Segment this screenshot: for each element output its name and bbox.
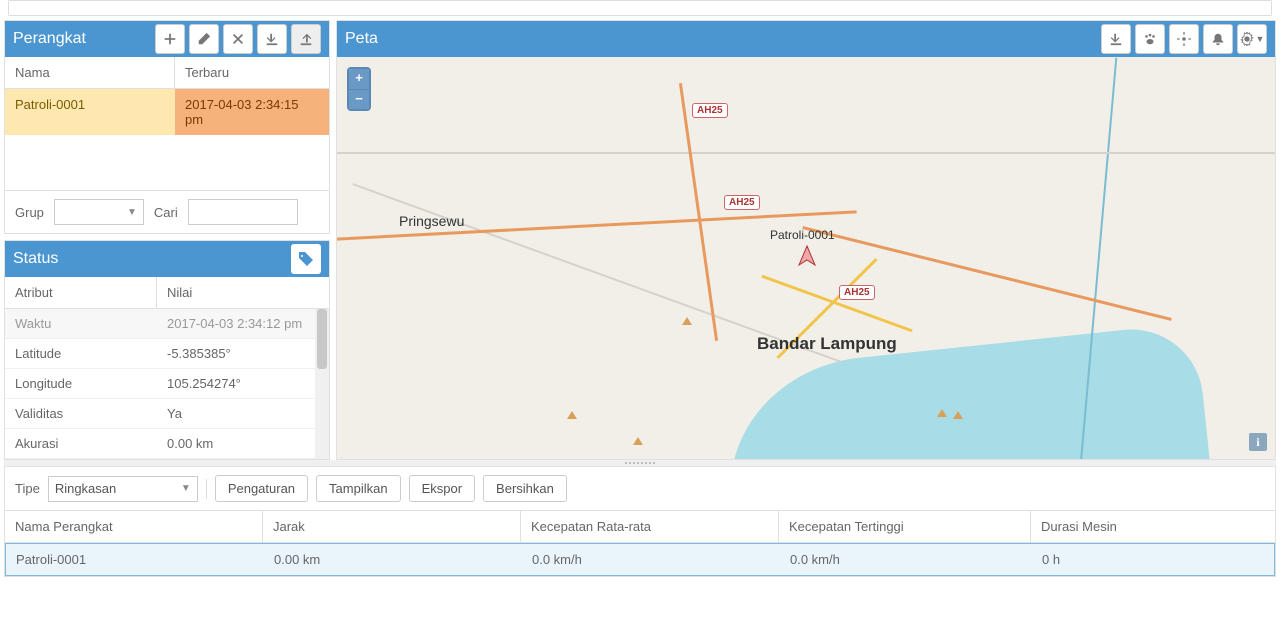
status-panel: Status Atribut Nilai Waktu 2017-04-03 2:… [4,240,330,460]
zoom-out-button[interactable]: − [349,89,369,109]
group-combo[interactable]: ▼ [54,199,144,225]
zoom-in-button[interactable]: + [349,69,369,89]
report-table-header: Nama Perangkat Jarak Kecepatan Rata-rata… [5,511,1275,543]
clear-button[interactable]: Bersihkan [483,475,567,502]
status-row: Longitude 105.254274° [5,369,329,399]
map-settings-button[interactable]: ▼ [1237,24,1267,54]
export-button[interactable]: Ekspor [409,475,475,502]
road-shield: AH25 [724,195,760,210]
status-row: Akurasi 0.00 km [5,429,329,459]
devices-col-name: Nama [5,57,175,88]
status-row: Waktu 2017-04-03 2:34:12 pm [5,309,329,339]
devices-panel: Perangkat Nama Terbaru Patroli-0001 2017… [4,20,330,234]
report-type-combo[interactable]: Ringkasan▼ [48,476,198,502]
city-label-bandar-lampung: Bandar Lampung [757,334,897,354]
reports-panel: Tipe Ringkasan▼ Pengaturan Tampilkan Eks… [4,466,1276,577]
delete-device-button[interactable] [223,24,253,54]
search-label: Cari [154,205,178,220]
devices-panel-title: Perangkat [13,30,155,48]
device-marker[interactable] [797,245,817,267]
map-download-button[interactable] [1101,24,1131,54]
show-button[interactable]: Tampilkan [316,475,401,502]
map-bell-button[interactable] [1203,24,1233,54]
status-col-attr: Atribut [5,277,157,308]
report-type-label: Tipe [15,481,40,496]
device-row[interactable]: Patroli-0001 2017-04-03 2:34:15 pm [5,89,329,135]
download-device-button[interactable] [257,24,287,54]
road-shield: AH25 [839,285,875,300]
upload-device-button[interactable] [291,24,321,54]
road-shield: AH25 [692,103,728,118]
map-canvas[interactable]: Pringsewu Bandar Lampung AH25 AH25 AH25 … [337,57,1275,459]
map-attribution-button[interactable]: i [1249,433,1267,451]
tag-icon[interactable] [291,244,321,274]
address-bar[interactable] [8,0,1272,16]
zoom-control: + − [347,67,371,111]
status-col-value: Nilai [157,277,329,308]
map-panel: Peta ▼ [336,20,1276,460]
devices-col-latest: Terbaru [175,57,329,88]
map-panel-title: Peta [345,30,1101,48]
map-locate-button[interactable] [1169,24,1199,54]
device-row-name: Patroli-0001 [5,89,175,135]
report-row[interactable]: Patroli-0001 0.00 km 0.0 km/h 0.0 km/h 0… [5,543,1275,576]
status-scrollbar[interactable] [315,309,329,459]
city-label-pringsewu: Pringsewu [399,213,464,229]
status-panel-title: Status [13,250,291,268]
status-row: Latitude -5.385385° [5,339,329,369]
device-row-latest: 2017-04-03 2:34:15 pm [175,89,329,135]
group-label: Grup [15,205,44,220]
add-device-button[interactable] [155,24,185,54]
edit-device-button[interactable] [189,24,219,54]
settings-button[interactable]: Pengaturan [215,475,308,502]
search-input[interactable] [188,199,298,225]
status-table-header: Atribut Nilai [5,277,329,309]
status-row: Validitas Ya [5,399,329,429]
devices-table-header: Nama Terbaru [5,57,329,89]
map-paw-button[interactable] [1135,24,1165,54]
device-marker-label: Patroli-0001 [770,228,835,242]
